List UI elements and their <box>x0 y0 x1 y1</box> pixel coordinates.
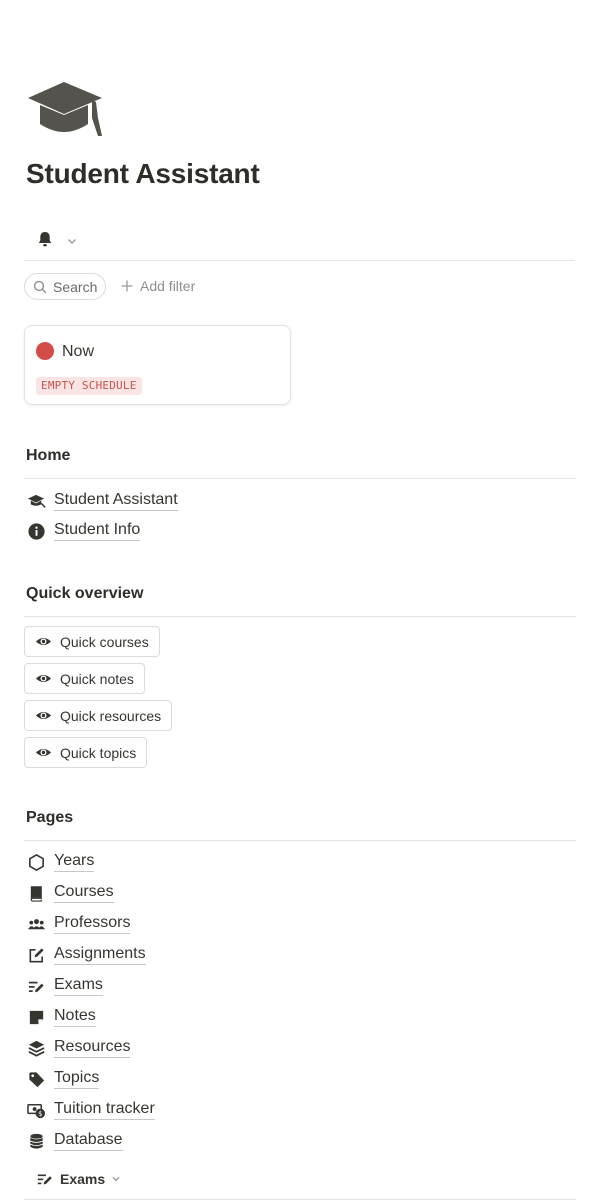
link-label: Database <box>54 1131 123 1151</box>
eye-icon <box>35 674 52 683</box>
page-toolbar <box>24 224 575 261</box>
book-icon <box>26 883 46 903</box>
database-view-bar: Exams <box>24 1166 576 1200</box>
quick-overview-heading: Quick overview <box>26 585 144 602</box>
people-icon <box>26 914 46 934</box>
pages-divider <box>24 840 576 841</box>
quick-courses-button[interactable]: Quick courses <box>24 626 160 657</box>
link-label: Student Info <box>54 521 141 541</box>
page-link-database[interactable]: Database <box>26 1131 123 1151</box>
search-label: Search <box>53 278 98 295</box>
add-filter-button[interactable]: Add filter <box>120 278 195 294</box>
eye-icon <box>35 748 52 757</box>
pencil-lines-icon <box>26 976 46 996</box>
status-dot-icon <box>36 342 54 360</box>
edit-square-icon <box>26 945 46 965</box>
view-tab-label: Exams <box>60 1171 106 1187</box>
home-heading: Home <box>26 447 71 464</box>
page-link-assignments[interactable]: Assignments <box>26 945 146 965</box>
button-label: Quick resources <box>60 707 162 724</box>
sticky-note-icon <box>26 1007 46 1027</box>
layers-icon <box>26 1038 46 1058</box>
link-label: Tuition tracker <box>54 1100 155 1120</box>
page-link-topics[interactable]: Topics <box>26 1069 100 1089</box>
page-link-years[interactable]: Years <box>26 852 95 872</box>
chevron-down-icon[interactable] <box>66 234 78 246</box>
link-label: Courses <box>54 883 114 903</box>
now-card[interactable]: Now EMPTY SCHEDULE <box>24 325 291 405</box>
home-divider <box>24 478 576 479</box>
hexagon-icon <box>26 852 46 872</box>
link-label: Topics <box>54 1069 100 1089</box>
pages-heading: Pages <box>26 809 74 826</box>
link-label: Assignments <box>54 945 146 965</box>
link-label: Exams <box>54 976 103 996</box>
page-link-courses[interactable]: Courses <box>26 883 114 903</box>
page-title: Student Assistant <box>26 158 260 189</box>
chevron-down-icon <box>112 1177 120 1182</box>
page-link-professors[interactable]: Professors <box>26 914 131 934</box>
quick-resources-button[interactable]: Quick resources <box>24 700 173 731</box>
home-link-student-assistant[interactable]: Student Assistant <box>26 491 178 511</box>
info-icon <box>26 521 46 541</box>
pencil-lines-icon <box>37 1174 52 1185</box>
search-icon <box>33 280 47 293</box>
eye-icon <box>35 637 52 646</box>
button-label: Quick notes <box>60 670 134 687</box>
button-label: Quick topics <box>60 744 137 761</box>
home-link-student-info[interactable]: Student Info <box>26 521 141 541</box>
page-link-exams[interactable]: Exams <box>26 976 103 996</box>
money-icon: $ <box>26 1100 46 1120</box>
add-filter-label: Add filter <box>140 278 196 294</box>
search-button[interactable]: Search <box>24 273 107 300</box>
link-label: Resources <box>54 1038 131 1058</box>
page-link-tuition-tracker[interactable]: $ Tuition tracker <box>26 1100 155 1120</box>
quick-notes-button[interactable]: Quick notes <box>24 663 145 694</box>
page-link-resources[interactable]: Resources <box>26 1038 131 1058</box>
link-label: Notes <box>54 1007 96 1027</box>
graduation-cap-icon <box>26 78 104 140</box>
view-tab-exams[interactable]: Exams <box>36 1170 121 1188</box>
plus-icon <box>121 280 133 292</box>
svg-text:$: $ <box>38 1109 42 1117</box>
link-label: Professors <box>54 914 131 934</box>
link-label: Student Assistant <box>54 491 178 511</box>
page-link-notes[interactable]: Notes <box>26 1007 96 1027</box>
eye-icon <box>35 711 52 720</box>
tag-icon <box>26 1069 46 1089</box>
link-label: Years <box>54 852 95 872</box>
quick-topics-button[interactable]: Quick topics <box>24 737 148 768</box>
bell-icon[interactable] <box>36 230 54 248</box>
graduation-cap-icon <box>26 491 46 511</box>
status-badge: EMPTY SCHEDULE <box>36 377 142 395</box>
now-label: Now <box>62 343 95 360</box>
database-icon <box>26 1131 46 1151</box>
button-label: Quick courses <box>60 633 149 650</box>
quick-overview-divider <box>24 616 576 617</box>
